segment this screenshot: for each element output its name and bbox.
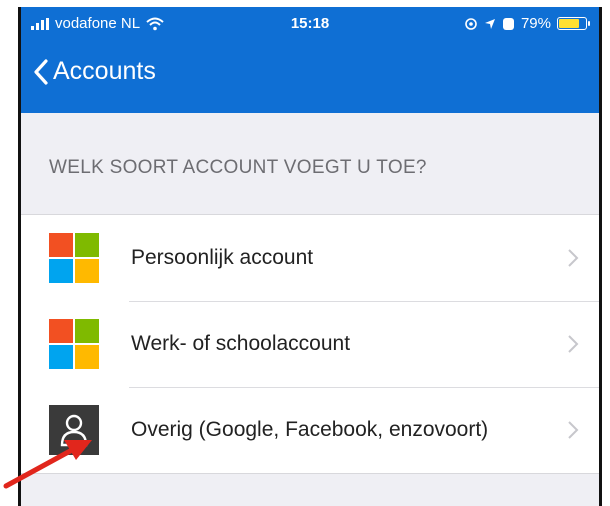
- section-title: WELK SOORT ACCOUNT VOEGT U TOE?: [49, 157, 427, 178]
- chevron-right-icon: [568, 421, 579, 439]
- list-item-label: Persoonlijk account: [131, 246, 314, 269]
- list-item-personal-account[interactable]: Persoonlijk account: [21, 215, 599, 301]
- back-label: Accounts: [53, 57, 156, 85]
- battery-percent: 79%: [520, 15, 551, 32]
- chevron-left-icon: [34, 58, 48, 85]
- navigation-arrow-icon: [484, 18, 495, 29]
- microsoft-logo-icon: [49, 319, 99, 369]
- location-icon: [465, 17, 477, 30]
- chevron-right-icon: [568, 335, 579, 353]
- alarm-icon: [502, 17, 514, 30]
- battery-icon: [557, 17, 590, 30]
- list-item-label: Werk- of schoolaccount: [131, 332, 351, 355]
- list-item-work-account[interactable]: Werk- of schoolaccount: [21, 301, 599, 387]
- annotation-arrow-icon: [3, 440, 92, 489]
- list-item-label: Overig (Google, Facebook, enzovoort): [131, 418, 489, 441]
- status-bar: vodafone NL 15:18 79%: [21, 7, 599, 41]
- microsoft-logo-icon: [49, 233, 99, 283]
- chevron-right-icon: [568, 249, 579, 267]
- back-button[interactable]: Accounts: [33, 57, 156, 86]
- navigation-header: vodafone NL 15:18 79% Accounts: [21, 7, 599, 113]
